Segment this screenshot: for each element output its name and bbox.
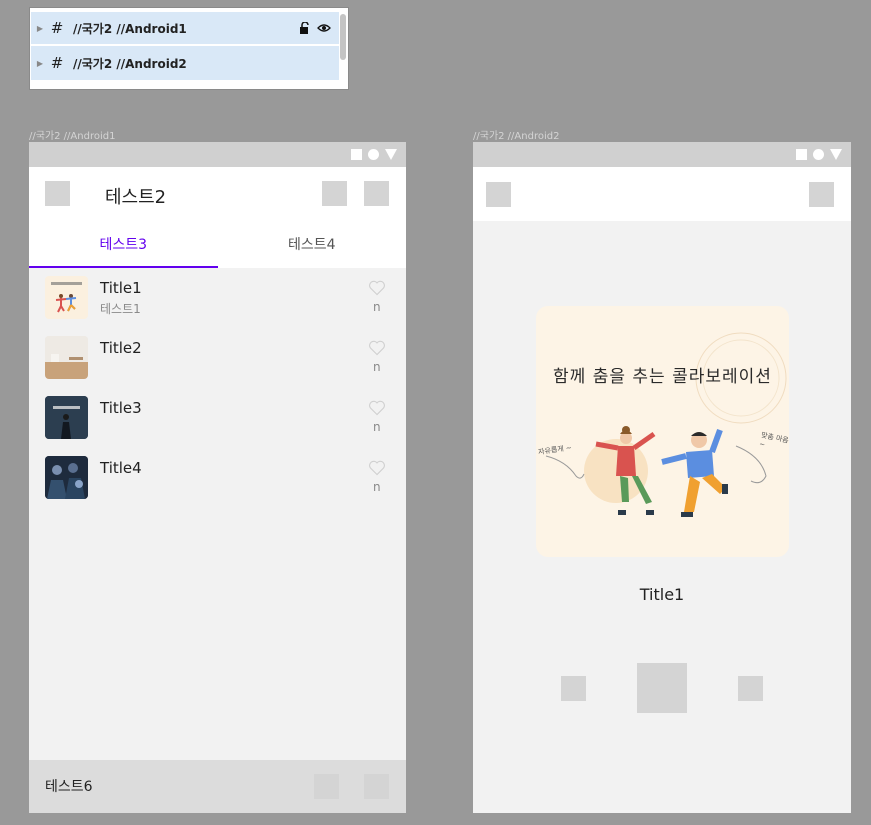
heart-icon[interactable]: [368, 280, 386, 296]
app-bar: [473, 167, 851, 221]
track-title: Title1: [639, 585, 685, 604]
heart-icon[interactable]: [368, 400, 386, 416]
tab-test3[interactable]: 테스트3: [29, 220, 218, 268]
thumbnail-dance: [45, 276, 88, 319]
list-item[interactable]: Title4 n: [29, 448, 406, 508]
item-title: Title2: [100, 339, 142, 357]
status-bar: [29, 142, 406, 167]
back-icon-placeholder[interactable]: [486, 182, 511, 207]
tab-test4[interactable]: 테스트4: [218, 220, 407, 268]
expand-caret-icon[interactable]: ▶: [33, 24, 47, 33]
album-artwork: 함께 춤을 추는 콜라보레이션 자유롭게 ~ 맞춤 마음 ~: [536, 306, 789, 557]
layers-scrollbar[interactable]: [340, 14, 346, 60]
bottom-bar: 테스트6: [29, 760, 406, 813]
layer-row-android1[interactable]: ▶ # //국가2 //Android1: [31, 12, 339, 44]
bottom-bar-label: 테스트6: [45, 779, 93, 795]
android2-frame: 함께 춤을 추는 콜라보레이션 자유롭게 ~ 맞춤 마음 ~ Title1: [473, 142, 851, 813]
thumbnail-interior: [45, 336, 88, 379]
android1-frame: 테스트2 테스트3 테스트4 Title1 테스트1 n Title2 n Ti…: [29, 142, 406, 813]
triangle-icon: [385, 149, 397, 160]
square-icon: [351, 149, 362, 160]
thumbnail-poster: [45, 396, 88, 439]
heart-icon[interactable]: [368, 340, 386, 356]
menu-icon-placeholder[interactable]: [809, 182, 834, 207]
item-title: Title3: [100, 399, 142, 417]
square-icon: [796, 149, 807, 160]
play-button-placeholder[interactable]: [637, 663, 687, 713]
item-title: Title4: [100, 459, 142, 477]
frame-label-android1[interactable]: //국가2 //Android1: [29, 127, 115, 142]
item-count: n: [373, 420, 381, 434]
bottom-icon-placeholder[interactable]: [314, 774, 339, 799]
layers-panel: ▶ # //국가2 //Android1 ▶ # //국가2 //Android…: [29, 7, 349, 90]
status-bar: [473, 142, 851, 167]
expand-caret-icon[interactable]: ▶: [33, 59, 47, 68]
circle-icon: [368, 149, 379, 160]
item-list: Title1 테스트1 n Title2 n Title3 n Title4 n: [29, 268, 406, 508]
previous-button-placeholder[interactable]: [561, 676, 586, 701]
item-count: n: [373, 480, 381, 494]
list-item[interactable]: Title2 n: [29, 328, 406, 388]
item-count: n: [373, 360, 381, 374]
layer-name: //국가2 //Android2: [73, 56, 187, 71]
frame-label-android2[interactable]: //국가2 //Android2: [473, 127, 559, 142]
item-subtitle: 테스트1: [100, 302, 141, 316]
triangle-icon: [830, 149, 842, 160]
unlock-icon[interactable]: [299, 22, 311, 34]
layer-name: //국가2 //Android1: [73, 21, 187, 36]
nav-icon-placeholder[interactable]: [45, 181, 70, 206]
frame-icon: #: [50, 19, 64, 37]
bottom-icon-placeholder[interactable]: [364, 774, 389, 799]
page-title: 테스트2: [105, 187, 167, 208]
next-button-placeholder[interactable]: [738, 676, 763, 701]
list-item[interactable]: Title3 n: [29, 388, 406, 448]
list-item[interactable]: Title1 테스트1 n: [29, 268, 406, 328]
action-icon-placeholder[interactable]: [364, 181, 389, 206]
layer-row-android2[interactable]: ▶ # //국가2 //Android2: [31, 46, 339, 80]
item-count: n: [373, 300, 381, 314]
tab-bar: 테스트3 테스트4: [29, 220, 406, 268]
artwork-title: 함께 춤을 추는 콜라보레이션: [553, 367, 772, 387]
heart-icon[interactable]: [368, 460, 386, 476]
eye-icon[interactable]: [317, 23, 331, 33]
thumbnail-group: [45, 456, 88, 499]
frame-icon: #: [50, 54, 64, 72]
item-title: Title1: [100, 279, 142, 297]
app-bar: 테스트2: [29, 167, 406, 220]
action-icon-placeholder[interactable]: [322, 181, 347, 206]
circle-icon: [813, 149, 824, 160]
